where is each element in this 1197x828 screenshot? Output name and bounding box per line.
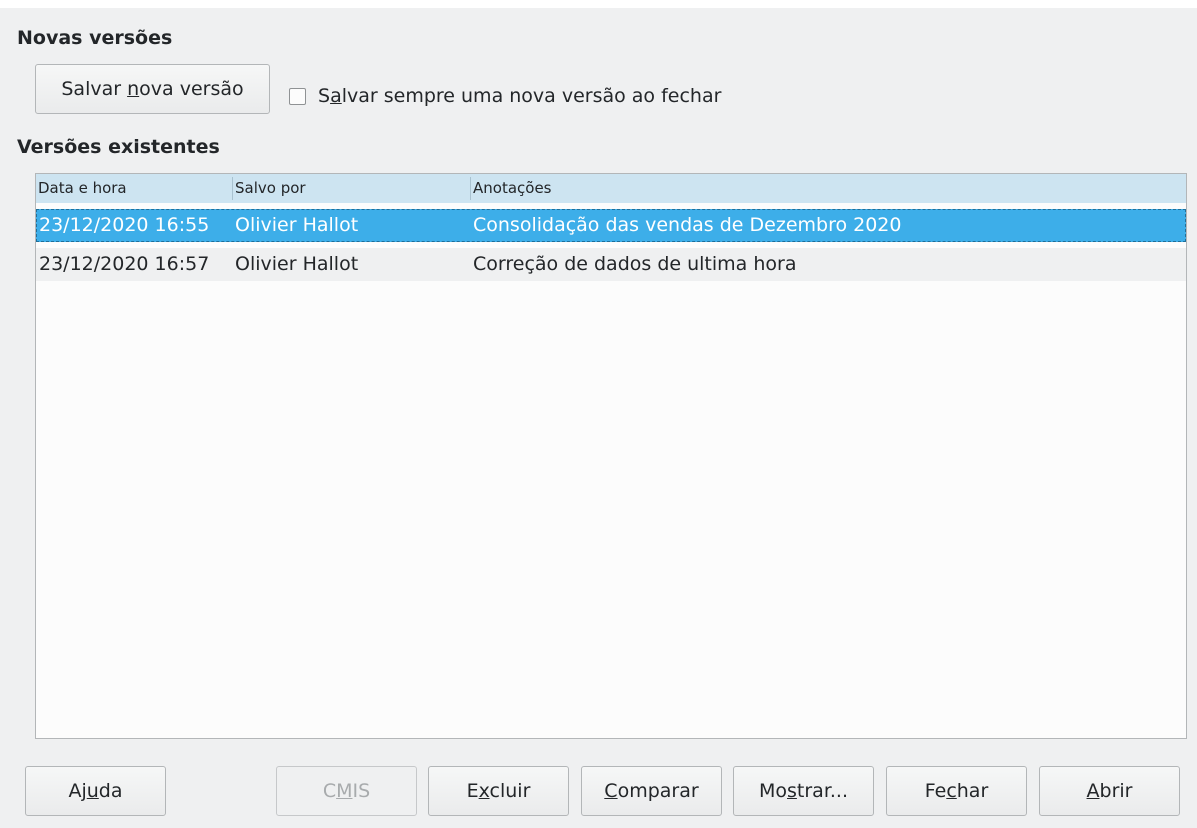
table-row[interactable]: 23/12/2020 16:57 Olivier Hallot Correção… [36,248,1186,281]
close-button-label: Fechar [924,780,989,802]
row-notes: Correção de dados de ultima hora [473,253,797,275]
compare-button-label: Comparar [604,780,699,802]
show-button[interactable]: Mostrar... [733,766,874,816]
help-button-label: Ajuda [68,780,123,802]
compare-button[interactable]: Comparar [581,766,722,816]
column-header-saved-by[interactable]: Salvo por [233,174,470,203]
row-saved-by: Olivier Hallot [235,214,359,236]
open-button[interactable]: Abrir [1039,766,1180,816]
row-notes: Consolidação das vendas de Dezembro 2020 [473,214,902,236]
show-button-label: Mostrar... [758,780,849,802]
always-save-label: Salvar sempre uma nova versão ao fechar [318,85,722,107]
column-header-notes[interactable]: Anotações [471,174,1186,203]
always-save-option[interactable]: Salvar sempre uma nova versão ao fechar [289,78,721,114]
open-button-label: Abrir [1086,780,1133,802]
row-datetime: 23/12/2020 16:57 [39,253,210,275]
cmis-button-label: CMIS [322,780,371,802]
new-versions-title: Novas versões [17,27,173,49]
table-row[interactable]: 23/12/2020 16:55 Olivier Hallot Consolid… [36,209,1186,242]
delete-button-label: Excluir [466,780,531,802]
save-new-version-button[interactable]: Salvar nova versão [35,64,270,114]
column-header-datetime[interactable]: Data e hora [36,174,232,203]
row-saved-by: Olivier Hallot [235,253,359,275]
help-button[interactable]: Ajuda [25,766,166,816]
versions-list[interactable]: Data e hora Salvo por Anotações 23/12/20… [35,173,1187,739]
close-button[interactable]: Fechar [886,766,1027,816]
existing-versions-title: Versões existentes [17,136,220,158]
always-save-checkbox[interactable] [289,87,306,105]
save-new-version-label: Salvar nova versão [61,78,244,100]
list-header: Data e hora Salvo por Anotações [36,174,1186,203]
cmis-button[interactable]: CMIS [276,766,417,816]
row-datetime: 23/12/2020 16:55 [39,214,210,236]
delete-button[interactable]: Excluir [428,766,569,816]
versions-dialog: Novas versões Salvar nova versão Salvar … [0,8,1197,828]
